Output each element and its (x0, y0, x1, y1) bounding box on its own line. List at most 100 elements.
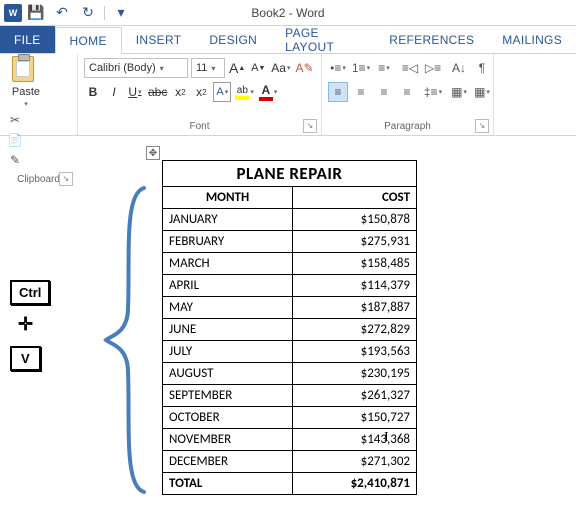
font-size-combo[interactable]: 11▾ (191, 58, 225, 78)
group-clipboard: Paste ▾ ✂ 📄 ✎ Clipboard↘ (0, 54, 78, 135)
month-cell: AUGUST (163, 363, 293, 385)
month-cell: OCTOBER (163, 407, 293, 429)
group-label-font: Font↘ (82, 119, 317, 135)
decrease-indent-button[interactable]: ≡◁ (400, 58, 420, 78)
shading-button[interactable]: ▦ (449, 82, 469, 102)
plus-icon: ✛ (18, 314, 33, 335)
sort-button[interactable]: A↓ (449, 58, 469, 78)
tab-page-layout[interactable]: PAGE LAYOUT (271, 26, 375, 53)
col-header-cost: COST (293, 187, 417, 209)
table-row[interactable]: FEBRUARY$275,931 (163, 231, 417, 253)
bold-button[interactable]: B (84, 82, 102, 102)
cost-cell: $261,327 (293, 385, 417, 407)
cost-cell: $193,563 (293, 341, 417, 363)
cost-cell: $271,302 (293, 451, 417, 473)
font-launcher[interactable]: ↘ (303, 119, 317, 133)
month-cell: NOVEMBER (163, 429, 293, 451)
cost-cell: $150,878 (293, 209, 417, 231)
paste-label: Paste (12, 86, 40, 98)
subscript-button[interactable]: x2 (171, 82, 189, 102)
document-table[interactable]: PLANE REPAIR MONTH COST JANUARY$150,878F… (162, 160, 417, 495)
bullets-button[interactable]: •≡ (328, 58, 348, 78)
table-move-handle[interactable]: ✥ (146, 146, 160, 160)
table-row[interactable]: OCTOBER$150,727 (163, 407, 417, 429)
text-effects-button[interactable]: A (213, 82, 231, 102)
clear-formatting-button[interactable]: A✎ (294, 58, 314, 78)
table-row[interactable]: MARCH$158,485 (163, 253, 417, 275)
cost-cell: $275,931 (293, 231, 417, 253)
cost-cell: $158,485 (293, 253, 417, 275)
para-launcher[interactable]: ↘ (475, 119, 489, 133)
multilevel-list-button[interactable]: ≡ (374, 58, 394, 78)
key-v: V (10, 346, 41, 371)
table-row[interactable]: DECEMBER$271,302 (163, 451, 417, 473)
qat-customize[interactable]: ▾ (111, 3, 131, 23)
month-cell: APRIL (163, 275, 293, 297)
line-spacing-button[interactable]: ‡≡ (423, 82, 443, 102)
table-row[interactable]: APRIL$114,379 (163, 275, 417, 297)
underline-button[interactable]: U (126, 82, 144, 102)
month-cell: MAY (163, 297, 293, 319)
shrink-font-button[interactable]: A▼ (249, 58, 267, 78)
numbering-button[interactable]: 1≡ (351, 58, 371, 78)
month-cell: FEBRUARY (163, 231, 293, 253)
superscript-button[interactable]: x2 (192, 82, 210, 102)
change-case-button[interactable]: Aa (270, 58, 291, 78)
total-label: TOTAL (163, 473, 293, 495)
table-row[interactable]: SEPTEMBER$261,327 (163, 385, 417, 407)
highlight-button[interactable]: ab (234, 82, 255, 102)
quick-access-toolbar: 💾 ↶ ↻ ▾ (26, 3, 131, 23)
cost-cell: $150,727 (293, 407, 417, 429)
font-name-combo[interactable]: Calibri (Body)▾ (84, 58, 188, 78)
tab-design[interactable]: DESIGN (195, 26, 271, 53)
align-center-button[interactable]: ≡ (351, 82, 371, 102)
group-paragraph: •≡ 1≡ ≡ ≡◁ ▷≡ A↓ ¶ ≡ ≡ ≡ ≡ ‡≡ ▦ ▦ (322, 54, 494, 135)
month-cell: DECEMBER (163, 451, 293, 473)
align-right-button[interactable]: ≡ (374, 82, 394, 102)
chevron-down-icon: ▾ (24, 100, 28, 108)
table-row[interactable]: JUNE$272,829 (163, 319, 417, 341)
italic-button[interactable]: I (105, 82, 123, 102)
titlebar: W 💾 ↶ ↻ ▾ Book2 - Word (0, 0, 576, 26)
cost-cell: $187,887 (293, 297, 417, 319)
clipboard-icon (12, 56, 40, 84)
brace-annotation (100, 184, 154, 496)
tab-insert[interactable]: INSERT (122, 26, 196, 53)
tab-mailings[interactable]: MAILINGS (488, 26, 576, 53)
copy-button[interactable]: 📄 (6, 132, 24, 148)
table-row[interactable]: MAY$187,887 (163, 297, 417, 319)
format-painter-button[interactable]: ✎ (6, 152, 24, 168)
text-cursor: I (384, 430, 389, 446)
cut-button[interactable]: ✂ (6, 112, 24, 128)
redo-button[interactable]: ↻ (78, 3, 98, 23)
key-ctrl: Ctrl (10, 280, 50, 305)
tab-home[interactable]: HOME (55, 27, 122, 54)
table-row[interactable]: JULY$193,563 (163, 341, 417, 363)
clipboard-launcher[interactable]: ↘ (59, 172, 73, 186)
total-value: $2,410,871 (293, 473, 417, 495)
month-cell: SEPTEMBER (163, 385, 293, 407)
month-cell: JANUARY (163, 209, 293, 231)
table-row[interactable]: AUGUST$230,195 (163, 363, 417, 385)
cost-cell: $114,379 (293, 275, 417, 297)
month-cell: JUNE (163, 319, 293, 341)
align-justify-button[interactable]: ≡ (397, 82, 417, 102)
strikethrough-button[interactable]: abc (147, 82, 168, 102)
font-color-button[interactable]: A (258, 82, 279, 102)
borders-button[interactable]: ▦ (472, 82, 492, 102)
cost-cell: $230,195 (293, 363, 417, 385)
align-left-button[interactable]: ≡ (328, 82, 348, 102)
grow-font-button[interactable]: A▲ (228, 58, 246, 78)
table-row[interactable]: NOVEMBER$143,368 (163, 429, 417, 451)
tab-references[interactable]: REFERENCES (375, 26, 488, 53)
word-icon: W (4, 4, 22, 22)
cost-cell: $143,368 (293, 429, 417, 451)
save-button[interactable]: 💾 (26, 3, 46, 23)
undo-button[interactable]: ↶ (52, 3, 72, 23)
increase-indent-button[interactable]: ▷≡ (423, 58, 443, 78)
table-row[interactable]: JANUARY$150,878 (163, 209, 417, 231)
window-title: Book2 - Word (251, 6, 324, 20)
show-marks-button[interactable]: ¶ (472, 58, 492, 78)
tab-file[interactable]: FILE (0, 26, 55, 53)
paste-button[interactable]: Paste ▾ (4, 56, 48, 108)
